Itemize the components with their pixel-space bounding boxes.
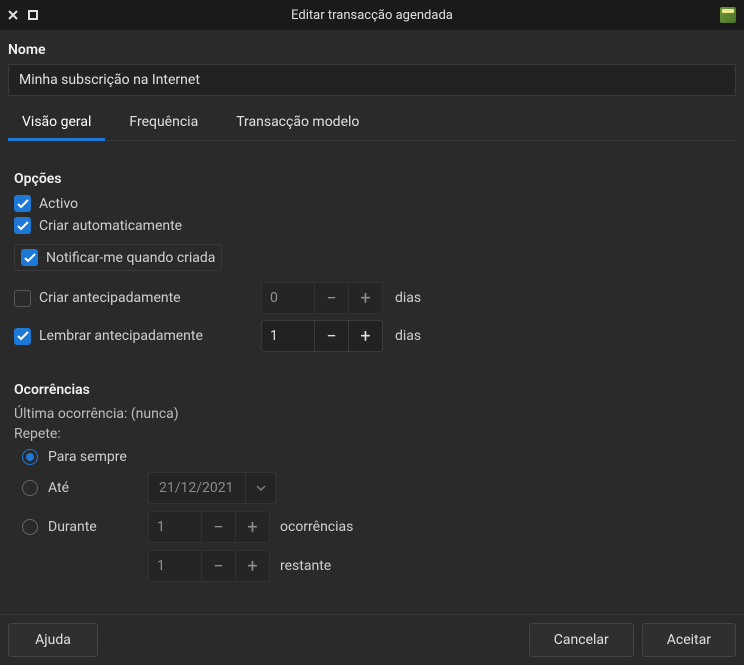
app-icon — [720, 7, 736, 23]
create-advance-unit: dias — [395, 290, 421, 306]
remind-advance-unit: dias — [395, 328, 421, 344]
radio-for-label: Durante — [48, 519, 138, 535]
window-title: Editar transacção agendada — [0, 8, 744, 23]
radio-for-row[interactable]: Durante − + ocorrências — [14, 511, 730, 543]
plus-icon: + — [235, 512, 269, 542]
checkbox-notify-label: Notificar-me quando criada — [46, 250, 215, 266]
plus-icon: + — [235, 551, 269, 581]
checkbox-notify-row[interactable]: Notificar-me quando criada — [14, 244, 222, 271]
chevron-down-icon — [245, 473, 275, 503]
checkbox-active-label: Activo — [39, 196, 78, 212]
remind-advance-spinner[interactable]: − + — [261, 320, 383, 352]
minus-icon: − — [201, 512, 235, 542]
repeats-label: Repete: — [14, 426, 730, 442]
options-title: Opções — [14, 171, 730, 187]
tab-template[interactable]: Transacção modelo — [222, 106, 373, 140]
radio-forever[interactable] — [22, 449, 38, 465]
checkbox-remind-advance-label: Lembrar antecipadamente — [39, 328, 203, 344]
radio-forever-row[interactable]: Para sempre — [14, 449, 730, 465]
radio-forever-label: Para sempre — [48, 449, 127, 465]
for-unit: ocorrências — [280, 519, 353, 535]
name-label: Nome — [8, 42, 736, 58]
close-icon[interactable] — [8, 10, 18, 20]
tab-overview[interactable]: Visão geral — [8, 106, 105, 141]
checkbox-remind-advance-row[interactable]: Lembrar antecipadamente — [14, 328, 249, 345]
radio-until-row[interactable]: Até — [14, 472, 730, 504]
checkbox-active[interactable] — [14, 195, 31, 212]
last-occurrence: Última ocorrência: (nunca) — [14, 406, 730, 422]
remind-advance-input[interactable] — [262, 322, 314, 350]
until-date-input — [149, 474, 245, 502]
maximize-icon[interactable] — [28, 10, 38, 20]
minus-icon: − — [314, 283, 348, 313]
checkbox-auto-create-row[interactable]: Criar automaticamente — [14, 217, 730, 234]
ok-button[interactable]: Aceitar — [642, 623, 736, 657]
cancel-button[interactable]: Cancelar — [529, 623, 634, 657]
create-advance-input — [262, 284, 314, 312]
until-date-field — [148, 472, 276, 504]
remaining-unit: restante — [280, 558, 331, 574]
radio-until[interactable] — [22, 480, 38, 496]
radio-for[interactable] — [22, 519, 38, 535]
remaining-input — [149, 552, 201, 580]
radio-until-label: Até — [48, 480, 138, 496]
checkbox-create-advance-row[interactable]: Criar antecipadamente — [14, 290, 249, 307]
minus-icon: − — [201, 551, 235, 581]
checkbox-remind-advance[interactable] — [14, 328, 31, 345]
tab-bar: Visão geral Frequência Transacção modelo — [8, 106, 736, 141]
checkbox-auto-create-label: Criar automaticamente — [39, 218, 182, 234]
titlebar: Editar transacção agendada — [0, 0, 744, 30]
remaining-spinner: − + — [148, 550, 270, 582]
minus-icon[interactable]: − — [314, 321, 348, 351]
name-input[interactable] — [8, 64, 736, 96]
checkbox-notify[interactable] — [21, 249, 38, 266]
footer: Ajuda Cancelar Aceitar — [0, 614, 744, 665]
help-button[interactable]: Ajuda — [8, 623, 98, 657]
checkbox-auto-create[interactable] — [14, 217, 31, 234]
tab-frequency[interactable]: Frequência — [115, 106, 212, 140]
for-input — [149, 513, 201, 541]
checkbox-active-row[interactable]: Activo — [14, 195, 730, 212]
plus-icon[interactable]: + — [348, 321, 382, 351]
checkbox-create-advance[interactable] — [14, 290, 31, 307]
for-spinner: − + — [148, 511, 270, 543]
create-advance-spinner: − + — [261, 282, 383, 314]
occurrences-title: Ocorrências — [14, 382, 730, 398]
checkbox-create-advance-label: Criar antecipadamente — [39, 290, 181, 306]
plus-icon: + — [348, 283, 382, 313]
